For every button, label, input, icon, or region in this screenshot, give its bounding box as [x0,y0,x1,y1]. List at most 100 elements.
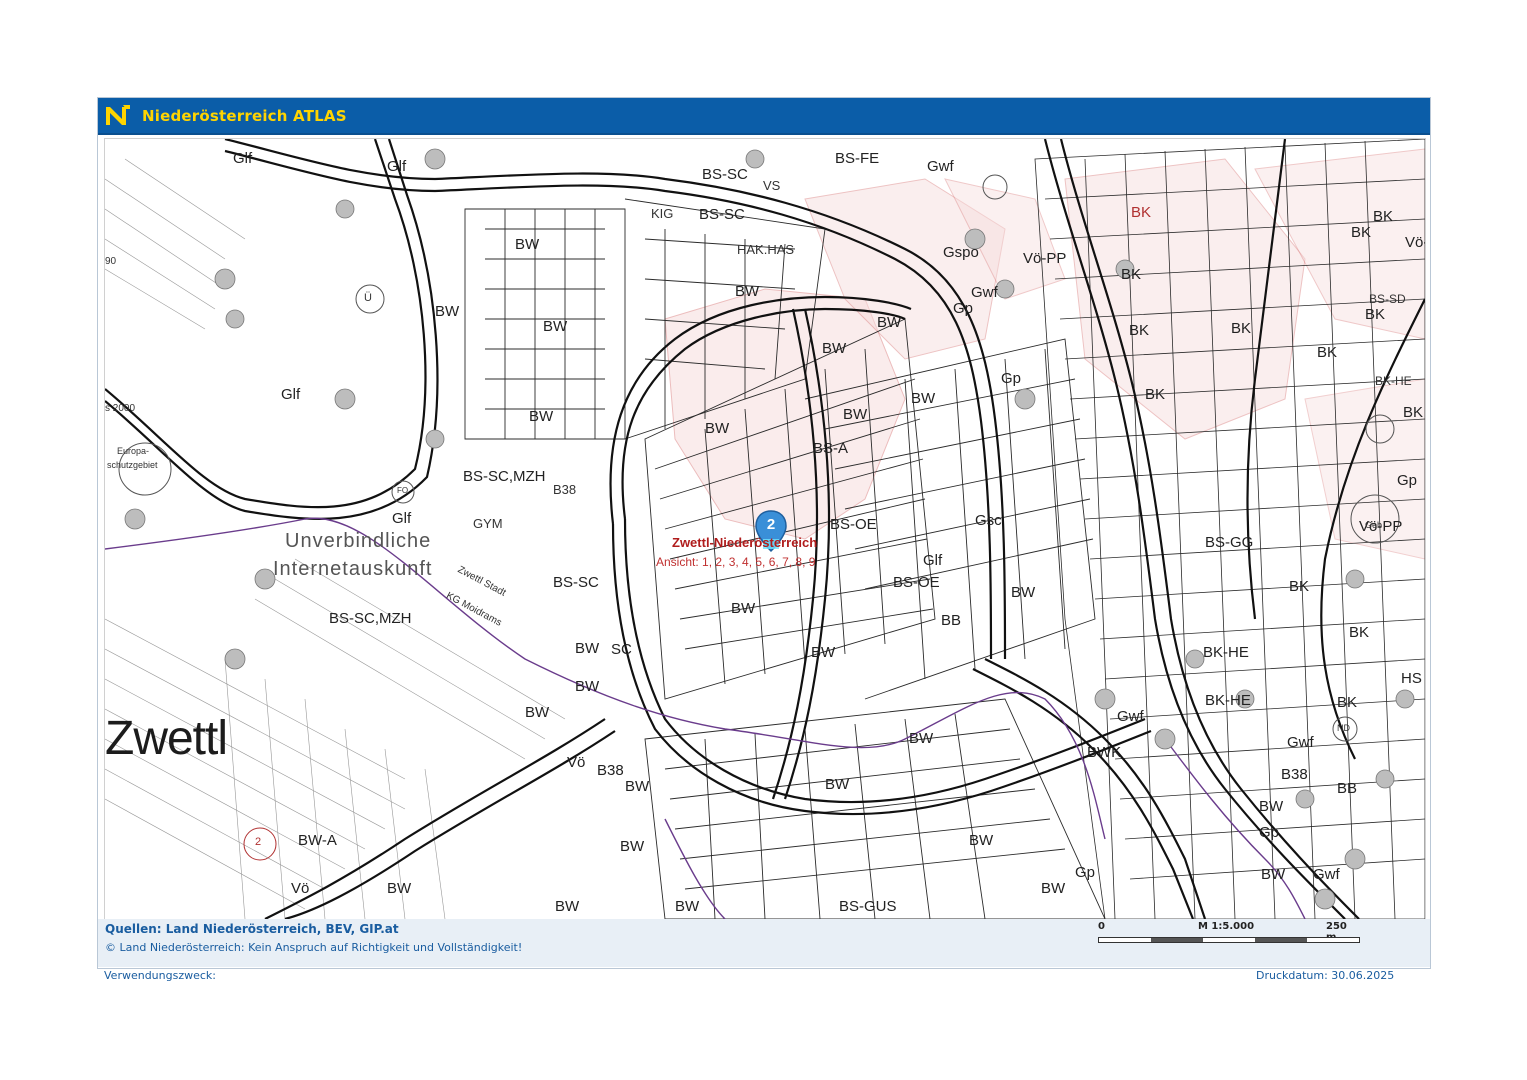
zone-label: BK [1121,266,1142,283]
zone-label: BW [705,420,730,437]
zone-label: BK [1365,306,1386,323]
app-title: Niederösterreich ATLAS [142,107,347,125]
map-symbol: Ü [364,292,372,304]
scale-ratio: M 1:5.000 [1198,921,1255,932]
zone-label: BW [911,390,936,407]
zone-label: BW [1041,880,1066,897]
zone-label: BK [1403,404,1424,421]
zone-label: BW [525,704,550,721]
zone-label: Gwf [1287,734,1314,751]
zone-label: Gp [1075,864,1096,881]
zone-label: Glf [923,552,943,569]
zone-label: BK [1231,320,1252,337]
zone-label: BS-GUS [839,898,897,915]
edge-label: s 2000 [105,403,136,414]
zone-label: BK [1349,624,1370,641]
zone-label: Gwf [971,284,998,301]
title-bar: Niederösterreich ATLAS [98,98,1430,135]
zone-label: SC [611,641,632,658]
zone-label: BW [575,678,600,695]
place-title: Zwettl-Niederösterreich [672,535,818,550]
zone-label: BW [731,600,756,617]
zone-label: HS [1401,670,1422,687]
zone-label: BS-SC [702,166,748,183]
map-symbol: FO [397,486,409,495]
zone-label: Gsc [975,512,1002,529]
zone-label: BW [822,340,847,357]
purpose-label: Verwendungszweck: [104,969,216,982]
zone-label: B38 [597,762,624,779]
watermark-line2: Internetauskunft [273,558,433,580]
disclaimer-text: © Land Niederösterreich: Kein Anspruch a… [105,941,523,954]
noe-logo-icon [106,105,130,125]
place-views: Ansicht: 1, 2, 3, 4, 5, 6, 7, 8, 9 [656,555,816,569]
print-date: Druckdatum: 30.06.2025 [1256,969,1395,982]
scale-bar: 0 M 1:5.000 250 m [1098,921,1360,949]
zone-label: Gp [1397,472,1418,489]
zone-label: BW [1011,584,1036,601]
zone-label: BS-OE [830,516,877,533]
zone-label: BW [1259,798,1284,815]
zone-label: Vö-PP [1023,250,1067,267]
zone-label: BW [543,318,568,335]
zone-label: BW [825,776,850,793]
scale-start: 0 [1098,921,1105,932]
map-symbol: Geb [1365,520,1383,530]
zone-label: BW [529,408,554,425]
zone-label: Gwf [1117,708,1144,725]
zone-label: B38 [1281,766,1308,783]
zone-label: BK [1129,322,1150,339]
zone-label: BS-SC [553,574,599,591]
zone-label: Gp [1001,370,1022,387]
zone-label: BK [1131,204,1152,221]
zone-label: BK [1351,224,1372,241]
map-symbol: 2 [255,836,262,848]
zone-label: HAK.HAS [737,242,795,257]
zone-label: Gwf [1313,866,1340,883]
edge-label: 90 [105,256,117,267]
zone-label: BS-FE [835,150,880,167]
map-symbol: KIG [651,206,674,221]
zone-label: BS-SC,MZH [463,468,546,485]
zone-label: BK [1317,344,1338,361]
zone-label: BS-SC,MZH [329,610,412,627]
zone-label: BW [1261,866,1286,883]
zone-label: BW [675,898,700,915]
zone-label: BW [969,832,994,849]
zone-label: BS-OE [893,574,940,591]
zone-label: BK [1337,694,1358,711]
scale-bar-graphic [1098,937,1360,943]
zone-label: Gwf [927,158,954,175]
zone-label: BK-HE [1205,692,1251,709]
zone-label: BW [625,778,650,795]
zone-label: BB [1337,780,1358,797]
zone-label: BS-SD [1369,292,1406,306]
map-symbol: VS [763,178,781,193]
zone-label: Gp [953,300,974,317]
zone-label: BW [620,838,645,855]
town-name: Zwettl [105,712,228,765]
zone-label: GYM [473,516,503,531]
zone-label: Vö [291,880,310,897]
zone-label: BS-GG [1205,534,1254,551]
zone-label: Glf [387,158,407,175]
zone-label: BW [555,898,580,915]
zone-label: BW [811,644,836,661]
zone-label: BW [877,314,902,331]
zone-label: BK-HE [1375,374,1412,388]
zone-label: BW [435,303,460,320]
atlas-print-frame: Niederösterreich ATLAS Glf Glf Glf Glf B… [97,97,1431,969]
zone-label: BW [575,640,600,657]
zone-label: BW [843,406,868,423]
zone-label: BW [909,730,934,747]
zone-label: BB [941,612,962,629]
zone-label: BK [1289,578,1310,595]
zone-label: BW [515,236,540,253]
zone-label: B38 [553,482,577,497]
zone-label: BWK [1087,744,1122,761]
zone-label: BW [387,880,412,897]
zone-label: BK [1145,386,1166,403]
zone-label: BS-A [813,440,849,457]
zone-label: BW-A [298,832,337,849]
cadastral-map[interactable]: Glf Glf Glf Glf BS-SC BS-FE BS-SC HAK.HA… [104,138,1426,920]
